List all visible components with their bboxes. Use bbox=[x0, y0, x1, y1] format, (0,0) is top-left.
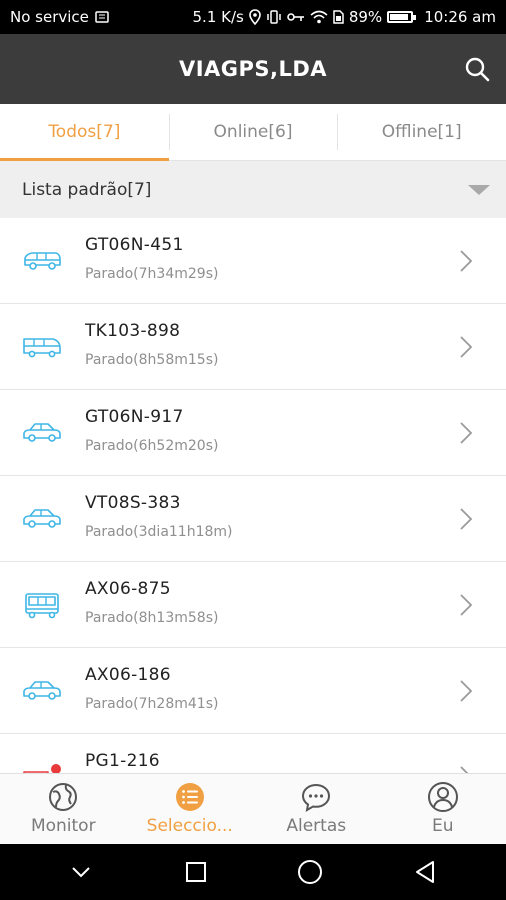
search-icon bbox=[465, 57, 490, 82]
nav-selection-label: Seleccio... bbox=[146, 816, 233, 836]
dropdown-triangle-icon bbox=[468, 184, 490, 195]
tab-todos[interactable]: Todos[7] bbox=[0, 104, 169, 161]
chevron-right-icon bbox=[460, 250, 473, 272]
nav-me[interactable]: Eu bbox=[380, 774, 506, 844]
device-status: Parado(8h13m58s) bbox=[85, 610, 219, 626]
back-triangle-icon bbox=[415, 861, 434, 883]
status-right: 5.1 K/s 89% 10:26 am bbox=[193, 8, 496, 26]
chat-bubble-icon bbox=[302, 783, 331, 812]
car-icon bbox=[23, 681, 61, 700]
device-text: VT08S-383 Parado(3dia11h18m) bbox=[85, 493, 233, 540]
filter-tabs: Todos[7] Online[6] Offline[1] bbox=[0, 104, 506, 161]
list-item[interactable]: AX06-186 Parado(7h28m41s) bbox=[0, 648, 506, 734]
page-title: VIAGPS,LDA bbox=[178, 57, 328, 81]
chevron-right-icon bbox=[460, 680, 473, 702]
bus-icon bbox=[25, 593, 59, 619]
minibus-icon bbox=[23, 338, 61, 358]
battery-percent: 89% bbox=[348, 8, 383, 26]
tab-online[interactable]: Online[6] bbox=[168, 104, 338, 160]
home-button[interactable] bbox=[296, 858, 324, 886]
globe-icon bbox=[49, 783, 78, 811]
list-item[interactable]: GT06N-451 Parado(7h34m29s) bbox=[0, 218, 506, 304]
network-speed: 5.1 K/s bbox=[192, 8, 244, 26]
nav-monitor-label: Monitor bbox=[30, 816, 96, 836]
chevron-right-icon bbox=[460, 594, 473, 616]
list-item[interactable]: VT08S-383 Parado(3dia11h18m) bbox=[0, 476, 506, 562]
device-text: GT06N-917 Parado(6h52m20s) bbox=[85, 407, 218, 454]
device-text: TK103-898 Parado(8h58m15s) bbox=[85, 321, 218, 368]
group-header[interactable]: Lista padrão[7] bbox=[0, 161, 506, 218]
device-status: Parado(7h28m41s) bbox=[85, 696, 219, 712]
device-name: AX06-186 bbox=[85, 665, 171, 685]
clock: 10:26 am bbox=[424, 8, 496, 26]
list-item[interactable]: GT06N-917 Parado(6h52m20s) bbox=[0, 390, 506, 476]
app-header: VIAGPS,LDA bbox=[0, 34, 506, 104]
truck-icon bbox=[23, 764, 61, 773]
home-circle-icon bbox=[298, 860, 323, 884]
device-status: Parado(8h58m15s) bbox=[85, 352, 219, 368]
hide-keyboard-button[interactable] bbox=[67, 858, 95, 886]
device-text: GT06N-451 Parado(7h34m29s) bbox=[85, 235, 218, 282]
group-title: Lista padrão[7] bbox=[22, 179, 152, 200]
location-icon bbox=[249, 9, 261, 25]
system-nav-bar bbox=[0, 844, 506, 900]
device-name: TK103-898 bbox=[85, 321, 181, 341]
van-icon bbox=[24, 252, 61, 270]
list-item[interactable]: TK103-898 Parado(8h58m15s) bbox=[0, 304, 506, 390]
nav-selection[interactable]: Seleccio... bbox=[127, 774, 254, 844]
car-icon bbox=[23, 509, 61, 528]
status-bar: No service 5.1 K/s 89% 10:26 am bbox=[0, 0, 506, 34]
list-icon bbox=[175, 783, 204, 811]
device-status: Parado(7h34m29s) bbox=[85, 266, 219, 282]
list-item[interactable]: AX06-875 Parado(8h13m58s) bbox=[0, 562, 506, 648]
wifi-icon bbox=[310, 10, 328, 24]
back-chevron-icon bbox=[72, 867, 90, 878]
nav-monitor[interactable]: Monitor bbox=[0, 774, 127, 844]
carrier-text: No service bbox=[10, 8, 89, 26]
battery-fill bbox=[390, 14, 408, 20]
device-list: GT06N-451 Parado(7h34m29s) TK103-898 Parado… bbox=[0, 218, 506, 773]
tab-offline[interactable]: Offline[1] bbox=[337, 104, 506, 160]
device-name: VT08S-383 bbox=[85, 493, 181, 513]
recents-square-icon bbox=[185, 862, 206, 882]
nav-me-label: Eu bbox=[431, 816, 454, 836]
user-icon bbox=[427, 782, 458, 812]
chevron-right-icon bbox=[460, 766, 469, 773]
sim-icon bbox=[95, 11, 109, 23]
search-button[interactable] bbox=[464, 56, 490, 82]
chevron-right-icon bbox=[460, 422, 473, 444]
device-text: AX06-186 Parado(7h28m41s) bbox=[85, 665, 218, 712]
bottom-nav: Monitor Seleccio... Alertas Eu bbox=[0, 773, 506, 844]
chevron-right-icon bbox=[460, 336, 473, 358]
chevron-right-icon bbox=[460, 508, 473, 530]
vibrate-icon bbox=[266, 10, 282, 24]
nav-alerts[interactable]: Alertas bbox=[253, 774, 380, 844]
back-button[interactable] bbox=[411, 858, 439, 886]
device-text: PG1-216 bbox=[85, 751, 160, 773]
device-name: PG1-216 bbox=[85, 751, 160, 771]
car-icon bbox=[23, 423, 61, 442]
device-text: AX06-875 Parado(8h13m58s) bbox=[85, 579, 218, 626]
list-item[interactable]: PG1-216 bbox=[0, 734, 506, 773]
battery-icon bbox=[387, 11, 417, 23]
device-status: Parado(6h52m20s) bbox=[85, 438, 219, 454]
device-name: GT06N-451 bbox=[85, 235, 184, 255]
nav-alerts-label: Alertas bbox=[286, 816, 347, 836]
status-left: No service bbox=[10, 8, 109, 26]
device-status: Parado(3dia11h18m) bbox=[85, 524, 233, 540]
device-name: GT06N-917 bbox=[85, 407, 184, 427]
recents-button[interactable] bbox=[182, 858, 210, 886]
sim-card-icon bbox=[333, 10, 344, 24]
device-name: AX06-875 bbox=[85, 579, 171, 599]
key-icon bbox=[287, 12, 305, 22]
